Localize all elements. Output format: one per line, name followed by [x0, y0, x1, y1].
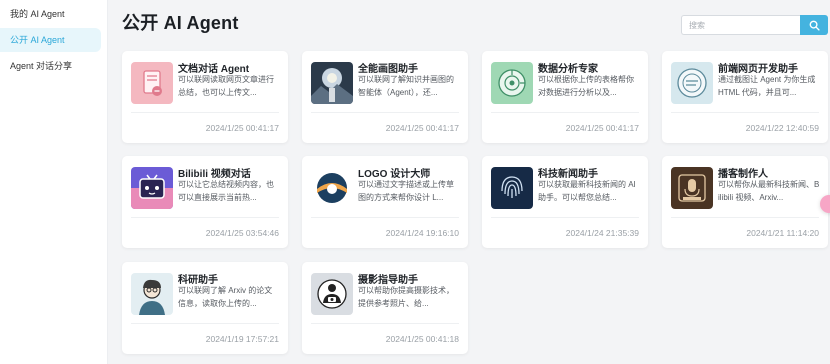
agent-card-research[interactable]: 科研助手 可以联网了解 Arxiv 的论文信息，读取你上传的... 2024/1… — [122, 262, 288, 354]
search-icon — [809, 20, 820, 31]
agent-description: 可以通过文字描述或上传草图的方式来帮你设计 L... — [358, 180, 454, 202]
data-analysis-icon — [491, 62, 533, 104]
search-button[interactable] — [800, 15, 828, 35]
agent-timestamp: 2024/1/22 12:40:59 — [745, 123, 819, 133]
sidebar-item-agent-share[interactable]: Agent 对话分享 — [0, 54, 101, 78]
agent-timestamp: 2024/1/19 17:57:21 — [205, 334, 279, 344]
agent-card-document-chat[interactable]: 文档对话 Agent 可以联网读取网页文章进行总结，也可以上传文... 2024… — [122, 51, 288, 143]
document-chat-icon — [131, 62, 173, 104]
divider — [311, 112, 459, 113]
agent-name: LOGO 设计大师 — [358, 169, 431, 180]
agent-card-podcast[interactable]: 播客制作人 可以帮你从最新科技新闻、Bilibili 视频、Arxiv... 2… — [662, 156, 828, 248]
sidebar-item-public-agent[interactable]: 公开 AI Agent — [0, 28, 101, 52]
agent-timestamp: 2024/1/25 00:41:17 — [385, 123, 459, 133]
agent-name: 数据分析专家 — [538, 64, 598, 75]
agent-name: Bilibili 视频对话 — [178, 169, 251, 180]
podcast-icon — [671, 167, 713, 209]
agent-card-painting[interactable]: 全能画图助手 可以联网了解知识并画图的智能体（Agent），还... 2024/… — [302, 51, 468, 143]
sidebar-item-my-agent[interactable]: 我的 AI Agent — [0, 2, 101, 26]
agent-name: 摄影指导助手 — [358, 275, 418, 286]
agent-name: 科技新闻助手 — [538, 169, 598, 180]
page-title: 公开 AI Agent — [122, 13, 239, 33]
agent-description: 可以获取最新科技新闻的 AI 助手。可以帮您总结... — [538, 180, 636, 202]
logo-design-icon — [311, 167, 353, 209]
agent-description: 可以联网读取网页文章进行总结，也可以上传文... — [178, 75, 274, 97]
divider — [311, 217, 459, 218]
agent-timestamp: 2024/1/25 00:41:18 — [385, 334, 459, 344]
sidebar: 我的 AI Agent 公开 AI Agent Agent 对话分享 — [0, 0, 108, 364]
agent-timestamp: 2024/1/24 19:16:10 — [385, 228, 459, 238]
agent-description: 可以联网了解 Arxiv 的论文信息，读取你上传的... — [178, 286, 273, 308]
agent-timestamp: 2024/1/25 00:41:17 — [205, 123, 279, 133]
divider — [491, 217, 639, 218]
agent-name: 文档对话 Agent — [178, 64, 250, 75]
agent-name: 科研助手 — [178, 275, 218, 286]
agent-name: 前端网页开发助手 — [718, 64, 798, 75]
agent-card-data-analysis[interactable]: 数据分析专家 可以根据你上传的表格帮你对数据进行分析以及... 2024/1/2… — [482, 51, 648, 143]
agent-timestamp: 2024/1/21 11:14:20 — [746, 228, 819, 238]
agent-description: 可以根据你上传的表格帮你对数据进行分析以及... — [538, 75, 634, 97]
agent-card-logo-design[interactable]: LOGO 设计大师 可以通过文字描述或上传草图的方式来帮你设计 L... 202… — [302, 156, 468, 248]
main-content: 公开 AI Agent 文档对话 Agent 可以联网读取网页文章进行总结，也可… — [108, 0, 830, 364]
agent-timestamp: 2024/1/25 03:54:46 — [205, 228, 279, 238]
divider — [491, 112, 639, 113]
agent-description: 可以联网了解知识并画图的智能体（Agent），还... — [358, 75, 454, 97]
search-input[interactable] — [681, 15, 800, 35]
fingerprint-icon — [491, 167, 533, 209]
divider — [671, 217, 819, 218]
divider — [131, 323, 279, 324]
agent-description: 可以帮你从最新科技新闻、Bilibili 视频、Arxiv... — [718, 180, 820, 202]
agent-card-photography[interactable]: 摄影指导助手 可以帮助你提高摄影技术，提供参考照片、给... 2024/1/25… — [302, 262, 468, 354]
agent-description: 通过截图让 Agent 为你生成 HTML 代码，并且可... — [718, 75, 816, 97]
divider — [131, 217, 279, 218]
agent-description: 可以让它总结视频内容，也可以直接展示当前热... — [178, 180, 274, 202]
agent-card-bilibili[interactable]: Bilibili 视频对话 可以让它总结视频内容，也可以直接展示当前热... 2… — [122, 156, 288, 248]
camera-icon — [311, 273, 353, 315]
agent-card-tech-news[interactable]: 科技新闻助手 可以获取最新科技新闻的 AI 助手。可以帮您总结... 2024/… — [482, 156, 648, 248]
painting-icon — [311, 62, 353, 104]
divider — [671, 112, 819, 113]
agent-timestamp: 2024/1/24 21:35:39 — [565, 228, 639, 238]
agent-description: 可以帮助你提高摄影技术，提供参考照片、给... — [358, 286, 454, 308]
agent-name: 播客制作人 — [718, 169, 768, 180]
tv-icon — [131, 167, 173, 209]
scientist-icon — [131, 273, 173, 315]
agent-name: 全能画图助手 — [358, 64, 418, 75]
agent-card-web-dev[interactable]: 前端网页开发助手 通过截图让 Agent 为你生成 HTML 代码，并且可...… — [662, 51, 828, 143]
divider — [311, 323, 459, 324]
divider — [131, 112, 279, 113]
search-bar — [681, 15, 828, 35]
agent-timestamp: 2024/1/25 00:41:17 — [565, 123, 639, 133]
web-dev-icon — [671, 62, 713, 104]
